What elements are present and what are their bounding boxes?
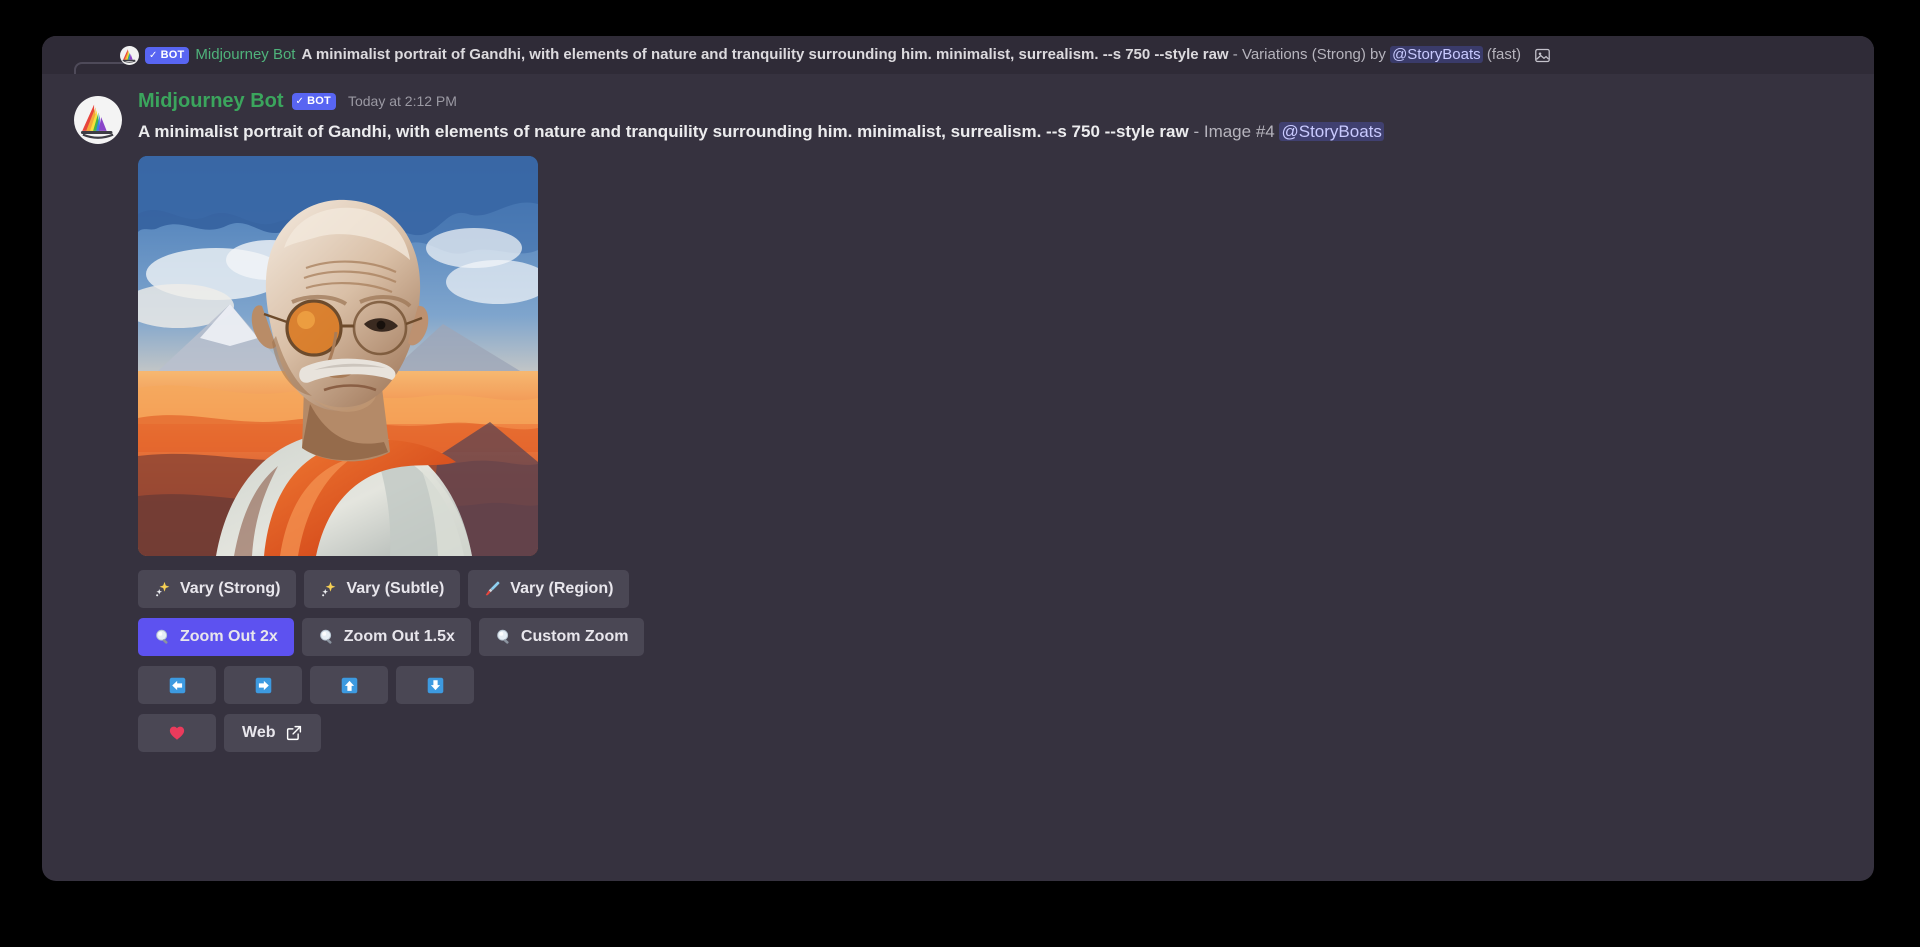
vary-strong-label: Vary (Strong) xyxy=(180,580,281,597)
message-user-mention[interactable]: @StoryBoats xyxy=(1279,122,1384,141)
pan-down-button[interactable] xyxy=(396,666,474,704)
zoom-out-2x-button[interactable]: Zoom Out 2x xyxy=(138,618,294,656)
magnifier-icon xyxy=(495,628,513,646)
reply-action-text: Variations (Strong) by xyxy=(1241,46,1386,63)
discord-message-card: ✓ BOT Midjourney Bot A minimalist portra… xyxy=(42,36,1874,881)
zoom-out-1-5x-label: Zoom Out 1.5x xyxy=(343,628,455,645)
vary-region-label: Vary (Region) xyxy=(510,580,614,597)
magnifier-icon xyxy=(318,628,336,646)
button-row-actions: Web xyxy=(138,714,1850,752)
arrow-left-icon xyxy=(169,677,186,694)
paintbrush-icon xyxy=(484,580,502,598)
sparkles-icon xyxy=(320,580,338,598)
zoom-out-2x-label: Zoom Out 2x xyxy=(180,628,278,645)
message-separator: - xyxy=(1188,122,1204,141)
favorite-button[interactable] xyxy=(138,714,216,752)
arrow-down-icon xyxy=(427,677,444,694)
button-row-zoom: Zoom Out 2x Zoom Out 1.5x Custom Zoom xyxy=(138,618,1850,656)
message-component-rows: Vary (Strong) Vary (Subtle) Vary (Region… xyxy=(138,570,1850,752)
vary-subtle-button[interactable]: Vary (Subtle) xyxy=(304,570,461,608)
custom-zoom-button[interactable]: Custom Zoom xyxy=(478,618,645,656)
message-header: Midjourney Bot ✓ BOT Today at 2:12 PM xyxy=(138,88,1850,114)
message-image-label: Image #4 xyxy=(1203,122,1275,141)
sparkles-icon xyxy=(154,580,172,598)
arrow-right-icon xyxy=(255,677,272,694)
pan-up-button[interactable] xyxy=(310,666,388,704)
arrow-up-icon xyxy=(341,677,358,694)
pan-right-button[interactable] xyxy=(224,666,302,704)
bot-badge-check-icon: ✓ xyxy=(295,95,305,107)
vary-strong-button[interactable]: Vary (Strong) xyxy=(138,570,297,608)
message-avatar[interactable] xyxy=(74,96,122,144)
external-link-icon xyxy=(285,724,303,742)
reply-reference-bar[interactable]: ✓ BOT Midjourney Bot A minimalist portra… xyxy=(42,36,1874,74)
reply-spine-decoration xyxy=(74,62,126,74)
message-timestamp: Today at 2:12 PM xyxy=(347,93,457,109)
reply-separator: - xyxy=(1228,46,1242,63)
zoom-out-1-5x-button[interactable]: Zoom Out 1.5x xyxy=(301,618,471,656)
bot-badge-label: BOT xyxy=(160,48,185,61)
reply-author-name[interactable]: Midjourney Bot xyxy=(195,46,295,64)
message-author-name[interactable]: Midjourney Bot xyxy=(138,90,284,112)
bot-badge-check-icon: ✓ xyxy=(149,49,158,61)
reply-speed-label: (fast) xyxy=(1486,46,1521,63)
reply-user-mention[interactable]: @StoryBoats xyxy=(1390,46,1483,63)
bot-badge-label: BOT xyxy=(307,94,331,107)
message-content: A minimalist portrait of Gandhi, with el… xyxy=(138,120,1850,144)
message-bot-badge: ✓ BOT xyxy=(291,92,336,110)
vary-region-button[interactable]: Vary (Region) xyxy=(468,570,630,608)
reply-avatar xyxy=(120,45,139,65)
custom-zoom-label: Custom Zoom xyxy=(520,628,629,645)
button-row-pan xyxy=(138,666,1850,704)
web-button-label: Web xyxy=(242,724,276,741)
vary-subtle-label: Vary (Subtle) xyxy=(346,580,445,597)
heart-icon xyxy=(168,724,186,742)
button-row-vary: Vary (Strong) Vary (Subtle) Vary (Region… xyxy=(138,570,1850,608)
reply-message-preview: A minimalist portrait of Gandhi, with el… xyxy=(301,46,1521,64)
message-body: Midjourney Bot ✓ BOT Today at 2:12 PM A … xyxy=(138,88,1850,762)
reply-bot-badge: ✓ BOT xyxy=(145,46,190,64)
generated-image-attachment[interactable] xyxy=(138,156,538,556)
image-attachment-icon xyxy=(1533,46,1551,64)
magnifier-icon xyxy=(154,628,172,646)
reply-reference-content[interactable]: ✓ BOT Midjourney Bot A minimalist portra… xyxy=(120,45,1866,65)
web-button[interactable]: Web xyxy=(224,714,322,752)
pan-left-button[interactable] xyxy=(138,666,216,704)
message-prompt-text: A minimalist portrait of Gandhi, with el… xyxy=(138,122,1189,141)
reply-prompt-text: A minimalist portrait of Gandhi, with el… xyxy=(301,46,1229,63)
